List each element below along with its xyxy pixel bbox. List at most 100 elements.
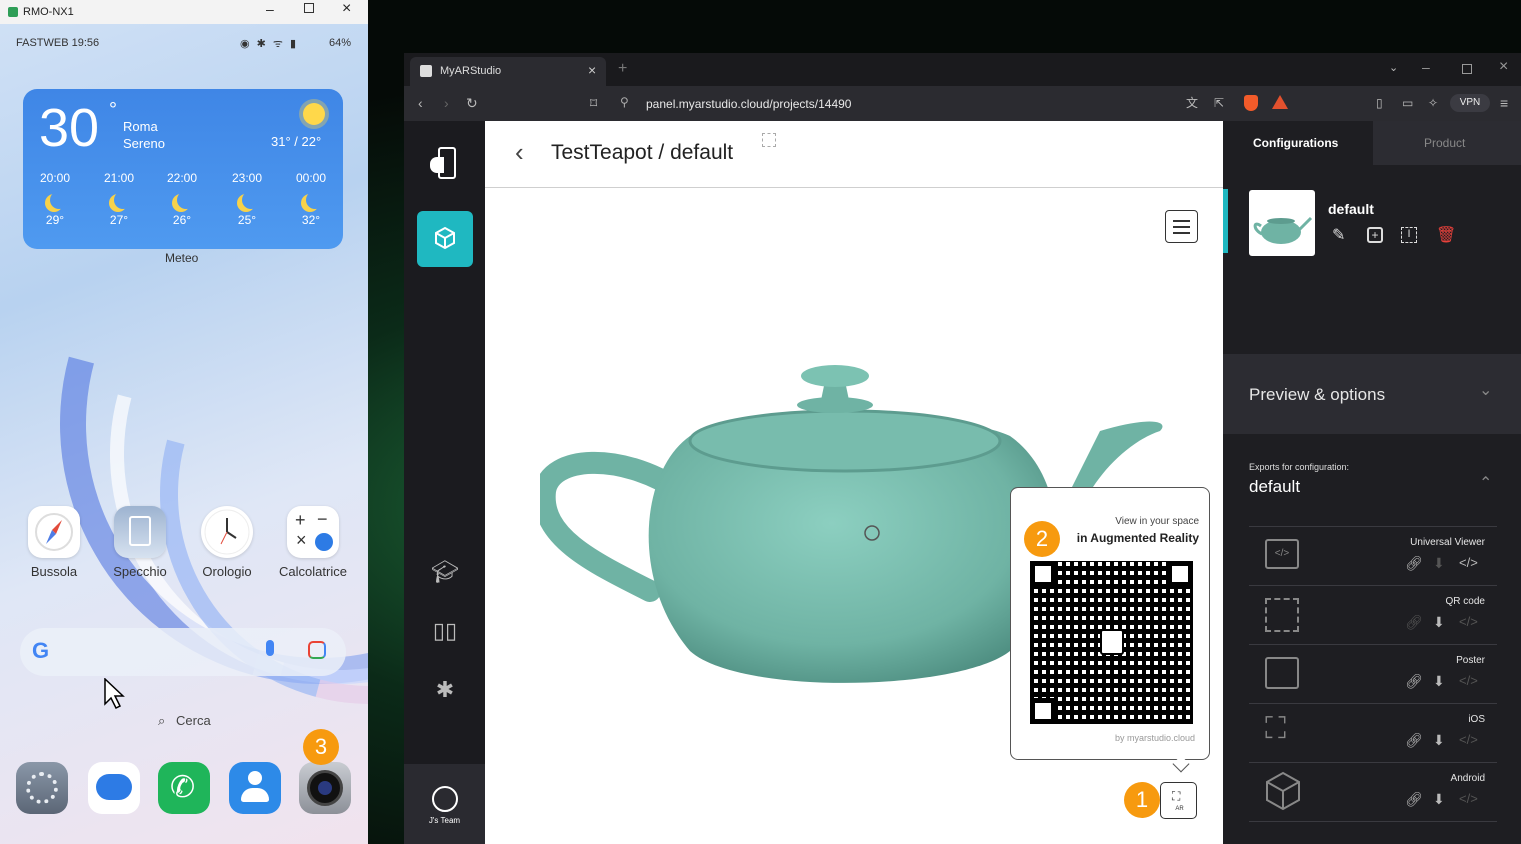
- app-label: Specchio: [113, 564, 167, 579]
- ar-scan-icon: ⛶: [1172, 789, 1181, 803]
- app-specchio[interactable]: Specchio: [100, 506, 180, 579]
- settings-icon[interactable]: [16, 762, 68, 814]
- step-badge-1: 1: [1124, 782, 1160, 818]
- leo-icon[interactable]: ✧: [1428, 93, 1438, 113]
- export-android: Android 🔗︎ ⬇︎ </>: [1249, 763, 1497, 822]
- ar-device-icon[interactable]: [426, 143, 464, 181]
- step-badge-3: 3: [303, 729, 339, 765]
- weather-city: Roma: [123, 119, 158, 134]
- step-badge-2: 2: [1024, 521, 1060, 557]
- tab-close-icon[interactable]: ×: [588, 62, 596, 78]
- download-icon[interactable]: ⬇︎: [1433, 555, 1445, 572]
- status-icons: ◉ ✱ ᯤ ▮: [240, 38, 299, 50]
- vpn-button[interactable]: VPN: [1450, 94, 1490, 112]
- brave-shield-icon[interactable]: [1244, 95, 1258, 111]
- link-icon[interactable]: 🔗︎: [1405, 555, 1423, 572]
- sidebar-icon[interactable]: ▯: [1376, 93, 1383, 113]
- translate-icon[interactable]: 文: [1186, 93, 1198, 113]
- ar-view-button[interactable]: ⛶ AR: [1160, 782, 1197, 819]
- messages-icon[interactable]: [88, 762, 140, 814]
- preview-title: Preview & options: [1249, 385, 1386, 404]
- mouse-pointer-icon: [104, 678, 125, 710]
- back-icon[interactable]: ‹: [418, 93, 423, 113]
- rename-icon[interactable]: I: [1401, 227, 1417, 243]
- maximize-button[interactable]: [1462, 64, 1472, 74]
- embed-code-icon[interactable]: </>: [1459, 791, 1478, 806]
- chevron-up-icon[interactable]: ⌃: [1479, 473, 1492, 493]
- app-orologio[interactable]: Orologio: [187, 506, 267, 579]
- preview-options-section[interactable]: Preview & options ⌄: [1223, 354, 1521, 434]
- url-text: panel.myarstudio.cloud/projects/14490: [646, 97, 852, 111]
- exports-caption: Exports for configuration:: [1249, 462, 1350, 472]
- config-thumbnail[interactable]: [1249, 190, 1315, 256]
- reload-icon[interactable]: ↻: [466, 93, 478, 113]
- close-button[interactable]: ×: [342, 0, 351, 18]
- duplicate-icon[interactable]: +: [1367, 227, 1383, 243]
- cube-icon: [1266, 771, 1300, 811]
- back-chevron-icon[interactable]: ‹: [515, 137, 524, 168]
- download-icon[interactable]: ⬇︎: [1433, 673, 1445, 690]
- embed-code-icon[interactable]: </>: [1459, 732, 1478, 747]
- compass-icon: [28, 506, 80, 558]
- favicon-icon: [420, 65, 432, 77]
- rename-icon[interactable]: [762, 133, 776, 147]
- app-calcolatrice[interactable]: + − × Calcolatrice: [273, 506, 353, 579]
- share-icon[interactable]: ⇱: [1214, 93, 1224, 113]
- model-viewer-area: ‹ TestTeapot / default View in your spac…: [485, 121, 1223, 844]
- academy-icon[interactable]: 🎓︎: [426, 559, 464, 597]
- link-icon[interactable]: 🔗︎: [1405, 614, 1423, 631]
- new-tab-button[interactable]: +: [618, 60, 627, 78]
- phone-icon[interactable]: ✆: [158, 762, 210, 814]
- bug-report-icon[interactable]: ✱: [426, 677, 464, 715]
- close-button[interactable]: ×: [1499, 58, 1508, 76]
- download-icon[interactable]: ⬇︎: [1433, 614, 1445, 631]
- minimize-button[interactable]: –: [266, 1, 274, 17]
- search-label: Cerca: [176, 713, 211, 728]
- tab-label: Configurations: [1253, 136, 1339, 150]
- maximize-button[interactable]: [304, 3, 314, 13]
- viewer-menu-button[interactable]: [1165, 210, 1198, 243]
- degree-symbol: °: [109, 99, 117, 121]
- weather-widget[interactable]: 30 ° Roma Sereno 31° / 22° 20:00 29° 21:0…: [23, 89, 343, 249]
- popup-pointer: [1172, 755, 1190, 773]
- docs-book-icon[interactable]: ▯▯: [426, 618, 464, 656]
- microphone-icon[interactable]: [266, 640, 274, 656]
- tab-product[interactable]: Product: [1373, 121, 1521, 165]
- team-account-button[interactable]: J's Team: [404, 764, 485, 844]
- export-ios: ⛶ iOS 🔗︎ ⬇︎ </>: [1249, 704, 1497, 763]
- link-icon[interactable]: 🔗︎: [1405, 673, 1423, 690]
- google-search-bar[interactable]: G: [20, 628, 346, 676]
- camera-icon[interactable]: [299, 762, 351, 814]
- site-info-icon[interactable]: ⚲: [620, 95, 629, 109]
- wallet-icon[interactable]: ▭: [1402, 93, 1413, 113]
- lens-icon[interactable]: [308, 641, 326, 659]
- moon-icon: [114, 191, 132, 209]
- export-poster: Poster 🔗︎ ⬇︎ </>: [1249, 645, 1497, 704]
- embed-code-icon[interactable]: </>: [1459, 673, 1478, 688]
- embed-code-icon[interactable]: </>: [1459, 555, 1478, 570]
- forward-icon[interactable]: ›: [444, 93, 449, 113]
- edit-icon[interactable]: ✎: [1332, 225, 1345, 245]
- app-bussola[interactable]: Bussola: [14, 506, 94, 579]
- embed-code-icon[interactable]: </>: [1459, 614, 1478, 629]
- download-icon[interactable]: ⬇︎: [1433, 791, 1445, 808]
- tab-label: Product: [1424, 136, 1466, 150]
- link-icon[interactable]: 🔗︎: [1405, 732, 1423, 749]
- nav-configurator-button[interactable]: [417, 211, 473, 267]
- download-icon[interactable]: ⬇︎: [1433, 732, 1445, 749]
- menu-icon[interactable]: ≡: [1500, 93, 1508, 113]
- browser-tab[interactable]: MyARStudio ×: [410, 57, 606, 86]
- temperature-range: 31° / 22°: [271, 134, 322, 149]
- link-icon[interactable]: 🔗︎: [1405, 791, 1423, 808]
- brave-rewards-icon[interactable]: [1272, 95, 1288, 109]
- delete-icon[interactable]: 🗑︎: [1436, 225, 1456, 245]
- exports-config-name: default: [1249, 477, 1301, 496]
- tab-list-icon[interactable]: ⌄: [1389, 61, 1398, 74]
- myarstudio-app: 🎓︎ ▯▯ ✱ J's Team ‹ TestTeapot / default: [404, 121, 1521, 844]
- contacts-icon[interactable]: [229, 762, 281, 814]
- tab-strip: MyARStudio × + ⌄ – ×: [404, 53, 1521, 86]
- configuration-panel: Configurations Product default ✎ + I 🗑︎ …: [1223, 121, 1521, 844]
- left-navigation-rail: 🎓︎ ▯▯ ✱ J's Team: [404, 121, 485, 844]
- tab-configurations[interactable]: Configurations: [1223, 121, 1373, 165]
- minimize-button[interactable]: –: [1422, 59, 1430, 75]
